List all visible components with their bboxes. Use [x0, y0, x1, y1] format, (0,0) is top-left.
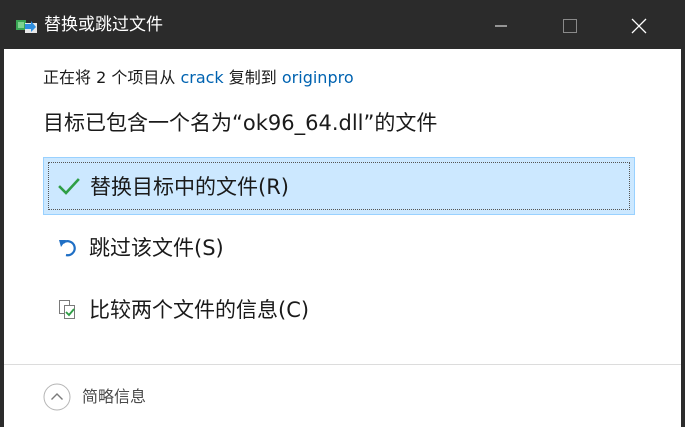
- dialog-content: 正在将 2 个项目从 crack 复制到 originpro 目标已包含一个名为…: [4, 49, 681, 427]
- minimize-icon: [495, 25, 507, 27]
- window-title: 替换或跳过文件: [44, 15, 163, 35]
- dialog-footer: 简略信息: [4, 365, 681, 427]
- close-button[interactable]: [616, 0, 662, 49]
- close-icon: [631, 18, 647, 34]
- maximize-button[interactable]: [547, 0, 593, 49]
- conflict-headline: 目标已包含一个名为“ok96_64.dll”的文件: [43, 111, 438, 135]
- maximize-icon: [563, 19, 577, 33]
- file-transfer-icon: [16, 18, 38, 34]
- chevron-up-icon[interactable]: [43, 383, 71, 411]
- compare-files-icon: [57, 299, 79, 321]
- minimize-button[interactable]: [478, 0, 524, 49]
- skip-file-label: 跳过该文件(S): [89, 236, 224, 260]
- copy-status-line: 正在将 2 个项目从 crack 复制到 originpro: [43, 67, 354, 89]
- copy-prefix-text: 正在将 2 个项目从: [43, 68, 181, 87]
- skip-file-option[interactable]: 跳过该文件(S): [43, 219, 635, 277]
- copy-middle-text: 复制到: [223, 68, 282, 87]
- source-folder-link[interactable]: crack: [180, 68, 223, 87]
- destination-folder-link[interactable]: originpro: [282, 68, 354, 87]
- replace-or-skip-dialog: 替换或跳过文件 正在将 2 个项目从 crack 复制到 originpro 目…: [0, 0, 685, 427]
- compare-files-option[interactable]: 比较两个文件的信息(C): [43, 281, 635, 339]
- checkmark-icon: [58, 176, 80, 198]
- replace-file-option[interactable]: 替换目标中的文件(R): [43, 157, 635, 215]
- undo-arrow-icon: [57, 237, 79, 259]
- fewer-details-toggle[interactable]: 简略信息: [82, 386, 146, 408]
- title-bar[interactable]: 替换或跳过文件: [0, 0, 685, 49]
- replace-file-label: 替换目标中的文件(R): [90, 175, 289, 199]
- compare-files-label: 比较两个文件的信息(C): [89, 298, 310, 322]
